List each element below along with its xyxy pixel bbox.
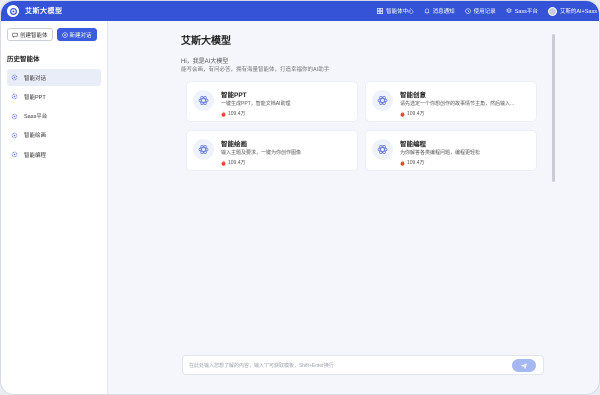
sidebar: 创建智能体 新建对话 历史智能体 智能对话 智能PPT Sass平台 智能绘画 … bbox=[1, 21, 108, 394]
sidebar-item-label: 智能绘画 bbox=[24, 133, 47, 140]
card-description: 一键生成PPT，智能文档AI助理 bbox=[221, 101, 291, 107]
openai-icon bbox=[193, 139, 214, 160]
nav-sass-platform[interactable]: Sass平台 bbox=[505, 7, 538, 15]
chat-input[interactable] bbox=[189, 359, 489, 372]
agent-card-drawing[interactable]: 智能绘画 输入主题及要求，一键为你创作图像 109.4万 bbox=[186, 130, 358, 171]
gear-icon bbox=[11, 132, 18, 139]
card-title: 智能创意 bbox=[400, 92, 426, 99]
app-window: 艾斯大模型 智能体中心 消息通知 使用记录 Sass平台 艾斯的AI+Sass bbox=[0, 0, 600, 395]
sidebar-actions: 创建智能体 新建对话 bbox=[1, 21, 107, 41]
gear-icon bbox=[11, 151, 18, 158]
openai-icon bbox=[372, 139, 393, 160]
new-chat-label: 新建对话 bbox=[69, 32, 92, 39]
send-button[interactable] bbox=[512, 359, 536, 372]
card-count-text: 109.4万 bbox=[228, 111, 246, 117]
card-usage-count: 109.4万 bbox=[221, 159, 246, 166]
nav-usage-history[interactable]: 使用记录 bbox=[464, 7, 496, 15]
sidebar-item-smart-ppt[interactable]: 智能PPT bbox=[7, 88, 101, 105]
fire-icon bbox=[400, 110, 405, 117]
openai-icon bbox=[193, 90, 214, 111]
card-count-text: 109.4万 bbox=[407, 111, 425, 117]
chat-bubble-icon bbox=[12, 32, 18, 38]
top-nav: 智能体中心 消息通知 使用记录 Sass平台 艾斯的AI+Sass bbox=[377, 6, 599, 16]
sidebar-item-sass-platform[interactable]: Sass平台 bbox=[7, 108, 101, 125]
nav-agent-center-label: 智能体中心 bbox=[386, 9, 414, 15]
send-icon bbox=[520, 362, 528, 369]
sidebar-item-smart-coding[interactable]: 智能编程 bbox=[7, 146, 101, 163]
nav-user-account-label: 艾斯的AI+Sass bbox=[559, 9, 597, 15]
welcome-greeting: Hi，我是AI大模型 bbox=[181, 59, 229, 65]
nav-usage-history-label: 使用记录 bbox=[473, 9, 496, 15]
nav-notifications[interactable]: 消息通知 bbox=[424, 7, 455, 15]
openai-icon bbox=[372, 90, 393, 111]
top-bar: 艾斯大模型 智能体中心 消息通知 使用记录 Sass平台 艾斯的AI+Sass bbox=[1, 1, 599, 21]
card-description: 输入主题及要求，一键为你创作图像 bbox=[221, 150, 302, 156]
nav-sass-platform-label: Sass平台 bbox=[514, 9, 538, 15]
history-title: 历史智能体 bbox=[7, 56, 40, 63]
card-description: 为你解答各类编程问题，编程更轻松 bbox=[400, 150, 481, 156]
sidebar-item-label: 智能PPT bbox=[24, 94, 46, 101]
app-title: 艾斯大模型 bbox=[25, 8, 63, 15]
nav-notifications-label: 消息通知 bbox=[432, 9, 455, 15]
layers-icon bbox=[505, 8, 512, 13]
fire-icon bbox=[221, 159, 226, 166]
scrollbar[interactable] bbox=[552, 34, 555, 182]
main-content: 艾斯大模型 Hi，我是AI大模型 能写会画，有问必答，拥有海量智能体，打造幸福你… bbox=[109, 21, 599, 394]
sidebar-item-label: Sass平台 bbox=[24, 114, 48, 121]
card-title: 智能编程 bbox=[400, 141, 426, 148]
logo-icon bbox=[7, 5, 19, 17]
card-count-text: 109.4万 bbox=[407, 160, 425, 166]
logo[interactable]: 艾斯大模型 bbox=[1, 5, 151, 17]
agent-card-creative[interactable]: 智能创意 请先选定一个你想创作的故事情节主角，然后输入... 109.4万 bbox=[365, 81, 537, 122]
card-description: 请先选定一个你想创作的故事情节主角，然后输入... bbox=[400, 101, 515, 107]
welcome-subtitle: 能写会画，有问必答，拥有海量智能体，打造幸福你的AI助手 bbox=[181, 67, 330, 73]
sidebar-item-smart-drawing[interactable]: 智能绘画 bbox=[7, 127, 101, 144]
card-usage-count: 109.4万 bbox=[221, 110, 246, 117]
new-chat-button[interactable]: 新建对话 bbox=[56, 28, 97, 41]
gear-icon bbox=[11, 93, 18, 100]
sidebar-item-label: 智能对话 bbox=[24, 75, 47, 82]
nav-user-account[interactable]: 艾斯的AI+Sass bbox=[547, 6, 597, 16]
card-usage-count: 109.4万 bbox=[400, 110, 425, 117]
create-agent-label: 创建智能体 bbox=[20, 32, 48, 39]
gear-icon bbox=[11, 74, 18, 81]
card-count-text: 109.4万 bbox=[228, 160, 246, 166]
avatar bbox=[547, 6, 557, 16]
clock-icon bbox=[464, 8, 471, 14]
nav-agent-center[interactable]: 智能体中心 bbox=[377, 7, 414, 15]
bell-icon bbox=[424, 8, 429, 14]
card-title: 智能PPT bbox=[221, 92, 247, 99]
sidebar-item-label: 智能编程 bbox=[24, 152, 47, 159]
fire-icon bbox=[400, 159, 405, 166]
welcome-title: 艾斯大模型 bbox=[181, 36, 231, 47]
agent-card-coding[interactable]: 智能编程 为你解答各类编程问题，编程更轻松 109.4万 bbox=[365, 130, 537, 171]
chat-input-box bbox=[182, 355, 544, 375]
plus-circle-icon bbox=[61, 31, 68, 38]
history-list: 智能对话 智能PPT Sass平台 智能绘画 智能编程 bbox=[1, 69, 107, 163]
fire-icon bbox=[221, 110, 226, 117]
grid-icon bbox=[377, 8, 384, 14]
card-usage-count: 109.4万 bbox=[400, 159, 425, 166]
create-agent-button[interactable]: 创建智能体 bbox=[7, 28, 53, 41]
gear-icon bbox=[11, 113, 18, 119]
card-title: 智能绘画 bbox=[221, 141, 247, 148]
agent-card-ppt[interactable]: 智能PPT 一键生成PPT，智能文档AI助理 109.4万 bbox=[186, 81, 358, 122]
sidebar-item-smart-chat[interactable]: 智能对话 bbox=[7, 69, 101, 86]
